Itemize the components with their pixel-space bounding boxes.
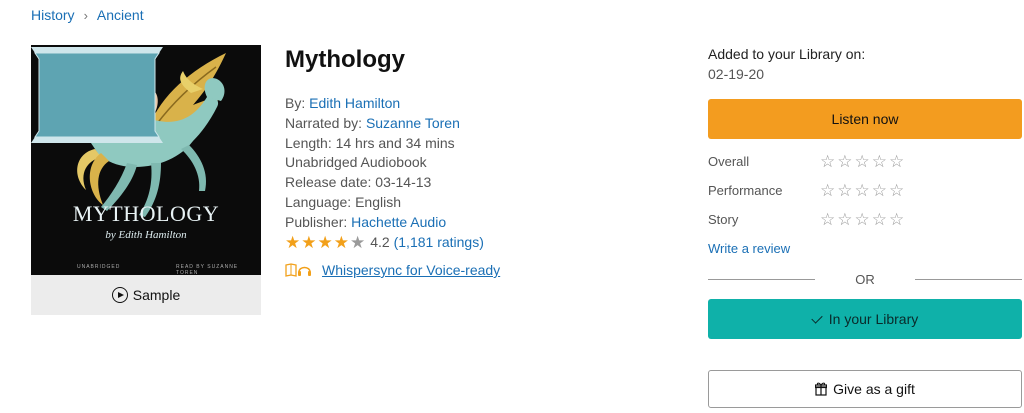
divider-line (708, 278, 816, 280)
play-circle-icon (111, 287, 128, 303)
performance-star-input[interactable]: ☆ ☆ ☆ ☆ ☆ (820, 182, 906, 199)
added-date: 02-19-20 (708, 66, 765, 82)
rating-row-story: Story ☆ ☆ ☆ ☆ ☆ (708, 211, 906, 228)
author-link[interactable]: Edith Hamilton (309, 95, 400, 111)
breadcrumb: History › Ancient (31, 7, 144, 23)
breadcrumb-link-ancient[interactable]: Ancient (97, 7, 144, 23)
whispersync-link[interactable]: Whispersync for Voice-ready (285, 262, 500, 278)
listen-now-label: Listen now (831, 111, 899, 127)
in-your-library-label: In your Library (828, 311, 919, 327)
book-cover[interactable]: MYTHOLOGY by Edith Hamilton UNABRIDGED R… (31, 45, 261, 275)
divider-line (914, 278, 1022, 280)
give-as-gift-label: Give as a gift (833, 381, 915, 397)
rating-value: 4.2 (370, 233, 390, 250)
publisher-link[interactable]: Hachette Audio (351, 214, 446, 230)
author-line: By: Edith Hamilton (285, 94, 484, 114)
cover-title: MYTHOLOGY (72, 201, 220, 226)
overall-star-input[interactable]: ☆ ☆ ☆ ☆ ☆ (820, 153, 906, 170)
publisher-line: Publisher: Hachette Audio (285, 213, 484, 233)
in-your-library-button[interactable]: In your Library (708, 299, 1022, 339)
star-icon: ★ (285, 232, 301, 252)
star-icon: ★ (333, 232, 349, 252)
rating-row-overall: Overall ☆ ☆ ☆ ☆ ☆ (708, 153, 906, 170)
story-star-input[interactable]: ☆ ☆ ☆ ☆ ☆ (820, 211, 906, 228)
book-details: By: Edith Hamilton Narrated by: Suzanne … (285, 94, 484, 252)
rating-row-performance: Performance ☆ ☆ ☆ ☆ ☆ (708, 182, 906, 199)
breadcrumb-link-history[interactable]: History (31, 7, 75, 23)
whispersync-icon (285, 263, 311, 277)
whispersync-label: Whispersync for Voice-ready (322, 262, 501, 278)
gift-icon (815, 382, 828, 396)
cover-footer-narrator: READ BY SUZANNE TOREN (176, 264, 239, 275)
star-icon: ★ (350, 232, 366, 252)
write-review-link[interactable]: Write a review (708, 241, 790, 256)
rating-row: ★ ★ ★ ★ ★ 4.2 (1,181 ratings) (285, 233, 484, 253)
rating-label-overall: Overall (708, 154, 750, 169)
check-icon (811, 311, 823, 324)
cover-author: by Edith Hamilton (105, 229, 187, 241)
publisher-prefix: Publisher: (285, 213, 352, 230)
or-text: OR (855, 271, 875, 287)
rating-stars: ★ ★ ★ ★ ★ (285, 234, 366, 251)
release-date-line: Release date: 03-14-13 (285, 174, 432, 191)
sample-label: Sample (132, 287, 181, 303)
language-line: Language: English (285, 193, 401, 210)
rating-label-story: Story (708, 212, 739, 227)
narrator-link[interactable]: Suzanne Toren (366, 115, 460, 131)
or-divider: OR (708, 271, 1022, 287)
format-line: Unabridged Audiobook (285, 154, 427, 171)
listen-now-button[interactable]: Listen now (708, 99, 1022, 139)
cover-footer-unabridged: UNABRIDGED (77, 264, 121, 270)
ratings-count-link[interactable]: (1,181 ratings) (394, 233, 484, 253)
cover-title-plaque (31, 47, 163, 143)
author-prefix: By: (285, 95, 310, 111)
rating-label-performance: Performance (708, 183, 783, 198)
star-icon: ★ (317, 232, 333, 252)
give-as-gift-button[interactable]: Give as a gift (708, 370, 1022, 408)
narrator-line: Narrated by: Suzanne Toren (285, 114, 484, 134)
book-title: Mythology (285, 46, 405, 73)
added-to-library-label: Added to your Library on: (708, 46, 866, 62)
length-line: Length: 14 hrs and 34 mins (285, 134, 455, 151)
narrator-prefix: Narrated by: (285, 114, 366, 131)
chevron-right-icon: › (83, 7, 88, 23)
sample-button[interactable]: Sample (31, 275, 261, 315)
star-icon: ★ (301, 232, 317, 252)
